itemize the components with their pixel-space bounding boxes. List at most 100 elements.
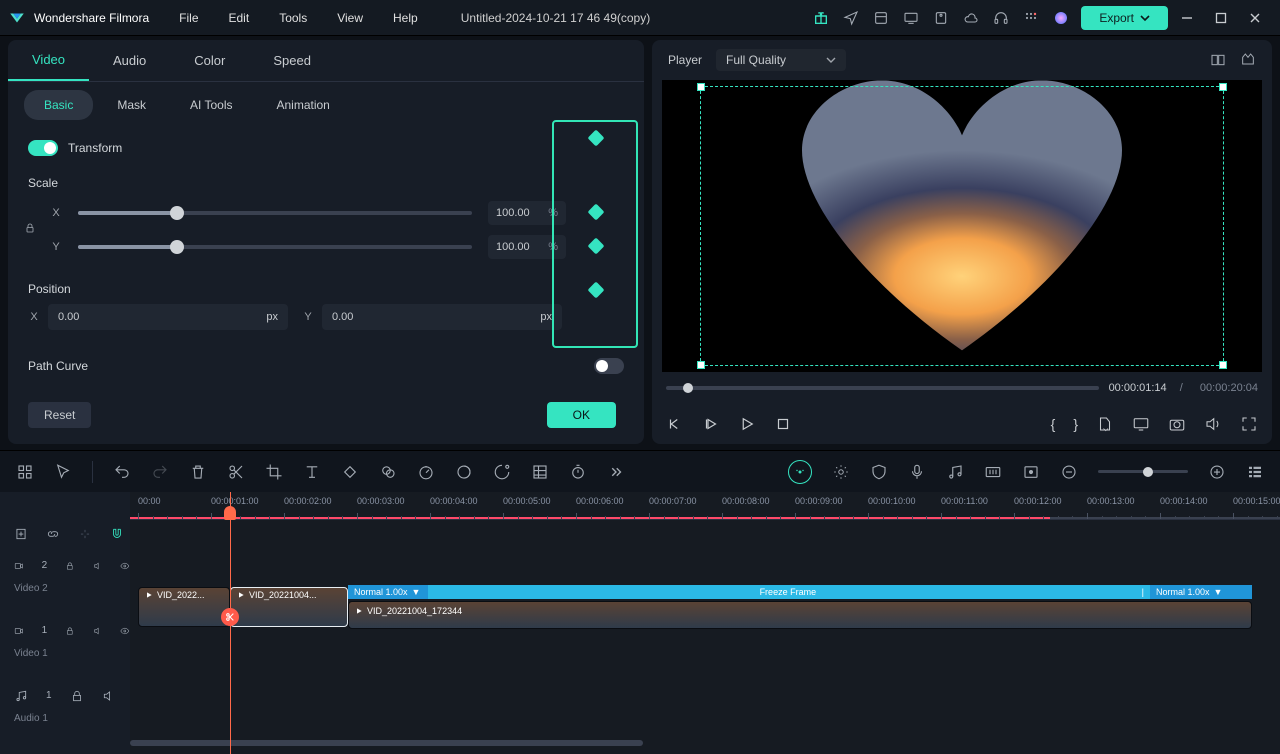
tab-audio[interactable]: Audio [89, 40, 170, 81]
visible-track-icon[interactable] [120, 559, 130, 573]
clip-1[interactable]: VID_2022... [138, 587, 230, 627]
link-icon[interactable] [46, 527, 60, 541]
quality-select[interactable]: Full Quality [716, 49, 846, 71]
shield-icon[interactable] [870, 463, 888, 481]
subtab-animation[interactable]: Animation [256, 90, 349, 120]
playhead[interactable] [230, 492, 231, 754]
close-button[interactable] [1248, 11, 1262, 25]
minimize-button[interactable] [1180, 11, 1194, 25]
clip-2[interactable]: VID_20221004... [230, 587, 348, 627]
music-icon[interactable] [946, 463, 964, 481]
lock-track-icon[interactable] [65, 624, 75, 638]
scissors-icon[interactable] [227, 463, 245, 481]
selection-bounds[interactable] [700, 86, 1224, 366]
send-icon[interactable] [843, 10, 859, 26]
redo-icon[interactable] [151, 463, 169, 481]
add-marker-icon[interactable] [14, 527, 28, 541]
speed-freeze[interactable]: Freeze Frame| [428, 585, 1150, 599]
list-view-icon[interactable] [1246, 463, 1264, 481]
camera-icon[interactable] [1168, 415, 1186, 433]
prev-frame-button[interactable] [666, 415, 684, 433]
reset-button[interactable]: Reset [28, 402, 91, 428]
more-tools-icon[interactable] [607, 463, 625, 481]
maximize-button[interactable] [1214, 11, 1228, 25]
screen-icon[interactable] [903, 10, 919, 26]
marker-icon[interactable] [1022, 463, 1040, 481]
ok-button[interactable]: OK [547, 402, 616, 428]
cursor-icon[interactable] [54, 463, 72, 481]
time-ruler[interactable]: 00:0000:00:01:0000:00:02:0000:00:03:0000… [130, 492, 1280, 520]
display-icon[interactable] [1132, 415, 1150, 433]
visible-track-icon[interactable] [120, 624, 130, 638]
volume-icon[interactable] [1204, 415, 1222, 433]
crop-icon[interactable] [265, 463, 283, 481]
speed-icon[interactable] [417, 463, 435, 481]
mixer-icon[interactable] [984, 463, 1002, 481]
headphones-icon[interactable] [993, 10, 1009, 26]
stop-button[interactable] [774, 415, 792, 433]
export-button[interactable]: Export [1081, 6, 1168, 30]
ai-button[interactable] [788, 460, 812, 484]
preview-viewport[interactable] [662, 80, 1262, 372]
track-lane-v1[interactable]: VID_2022... VID_20221004... Normal 1.00x… [130, 585, 1280, 655]
keyframe-icon[interactable] [341, 463, 359, 481]
menu-edit[interactable]: Edit [229, 11, 250, 25]
lock-track-icon[interactable] [65, 559, 75, 573]
timeline-scrollbar[interactable] [130, 740, 1270, 750]
color-icon[interactable] [455, 463, 473, 481]
marker-dropdown-icon[interactable] [1096, 415, 1114, 433]
mute-track-icon[interactable] [93, 624, 103, 638]
avatar-icon[interactable] [1053, 10, 1069, 26]
undo-icon[interactable] [113, 463, 131, 481]
zoom-out-icon[interactable] [1060, 463, 1078, 481]
gift-icon[interactable] [813, 10, 829, 26]
timer-icon[interactable] [569, 463, 587, 481]
play-in-button[interactable] [702, 415, 720, 433]
mute-track-icon[interactable] [93, 559, 103, 573]
speed-normal-2[interactable]: Normal 1.00x▼ [1150, 585, 1252, 599]
seek-bar[interactable] [666, 386, 1099, 390]
brace-open-icon[interactable]: { [1051, 416, 1056, 432]
scale-x-slider[interactable] [78, 211, 472, 215]
clip-3[interactable]: VID_20221004_172344 [348, 601, 1252, 629]
unlink-icon[interactable] [78, 527, 92, 541]
grid-icon[interactable] [531, 463, 549, 481]
scale-y-value[interactable]: 100.00% [488, 235, 566, 259]
zoom-in-icon[interactable] [1208, 463, 1226, 481]
select-arrange-icon[interactable] [16, 463, 34, 481]
greenscreen-icon[interactable] [493, 463, 511, 481]
path-curve-toggle[interactable] [594, 358, 624, 374]
subtab-basic[interactable]: Basic [24, 90, 93, 120]
zoom-slider[interactable] [1098, 470, 1188, 473]
split-button[interactable] [221, 608, 239, 626]
mute-track-icon[interactable] [102, 689, 116, 703]
subtab-aitools[interactable]: AI Tools [170, 90, 252, 120]
cloud-icon[interactable] [963, 10, 979, 26]
menu-file[interactable]: File [179, 11, 198, 25]
compare-view-icon[interactable] [1210, 52, 1226, 68]
scale-y-slider[interactable] [78, 245, 472, 249]
record-icon[interactable] [933, 10, 949, 26]
tab-video[interactable]: Video [8, 40, 89, 81]
subtab-mask[interactable]: Mask [97, 90, 166, 120]
play-button[interactable] [738, 415, 756, 433]
brace-close-icon[interactable]: } [1073, 416, 1078, 432]
mic-icon[interactable] [908, 463, 926, 481]
sun-icon[interactable] [832, 463, 850, 481]
text-icon[interactable] [303, 463, 321, 481]
lock-track-icon[interactable] [70, 689, 84, 703]
position-x-input[interactable]: 0.00px [48, 304, 288, 330]
fullscreen-icon[interactable] [1240, 415, 1258, 433]
tab-speed[interactable]: Speed [249, 40, 335, 81]
snapshot-view-icon[interactable] [1240, 52, 1256, 68]
tab-color[interactable]: Color [170, 40, 249, 81]
lock-icon[interactable] [24, 222, 36, 234]
track-lane-a1[interactable] [130, 655, 1280, 720]
apps-icon[interactable] [1023, 10, 1039, 26]
colormatch-icon[interactable] [379, 463, 397, 481]
position-y-input[interactable]: 0.00px [322, 304, 562, 330]
transform-toggle[interactable] [28, 140, 58, 156]
delete-icon[interactable] [189, 463, 207, 481]
speed-normal-1[interactable]: Normal 1.00x▼ [348, 585, 428, 599]
track-lane-v2[interactable] [130, 520, 1280, 585]
